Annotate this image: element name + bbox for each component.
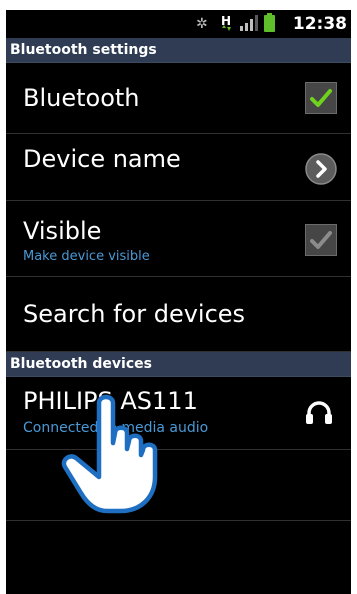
search-devices-row[interactable]: Search for devices [6,277,351,352]
status-clock: 12:38 [292,14,347,34]
battery-icon [264,13,275,32]
device-name-label: Device name [23,145,181,173]
bluetooth-checkbox[interactable] [305,82,337,114]
svg-text:H: H [221,14,231,28]
section-header-label: Bluetooth settings [10,42,157,58]
hand-pointer-icon [61,394,158,514]
section-header-label: Bluetooth devices [10,356,152,372]
visible-sublabel: Make device visible [23,249,150,264]
list-item[interactable]: PHILIPS AS111 Connected to media audio [6,377,351,450]
signal-icon [240,15,258,31]
device-name-row[interactable]: Device name [6,134,351,201]
checkmark-icon [310,89,332,107]
search-devices-label: Search for devices [23,300,246,328]
chevron-right-icon[interactable] [304,152,338,186]
phone-screen: ✲ H 12:38 Bluetooth settings Bluetooth D… [6,10,351,594]
headphones-icon [306,401,332,424]
visible-row[interactable]: Visible Make device visible [6,201,351,277]
section-header-bluetooth-devices: Bluetooth devices [6,352,351,377]
checkmark-icon [310,231,332,249]
empty-list-row [6,450,351,521]
status-bar: ✲ H 12:38 [6,10,351,38]
bluetooth-toggle-row[interactable]: Bluetooth [6,63,351,134]
bluetooth-icon: ✲ [196,16,208,32]
bluetooth-label: Bluetooth [23,84,140,112]
visible-label: Visible [23,217,102,245]
section-header-bluetooth-settings: Bluetooth settings [6,38,351,63]
data-h-icon: H [221,14,231,31]
visible-checkbox[interactable] [305,224,337,256]
